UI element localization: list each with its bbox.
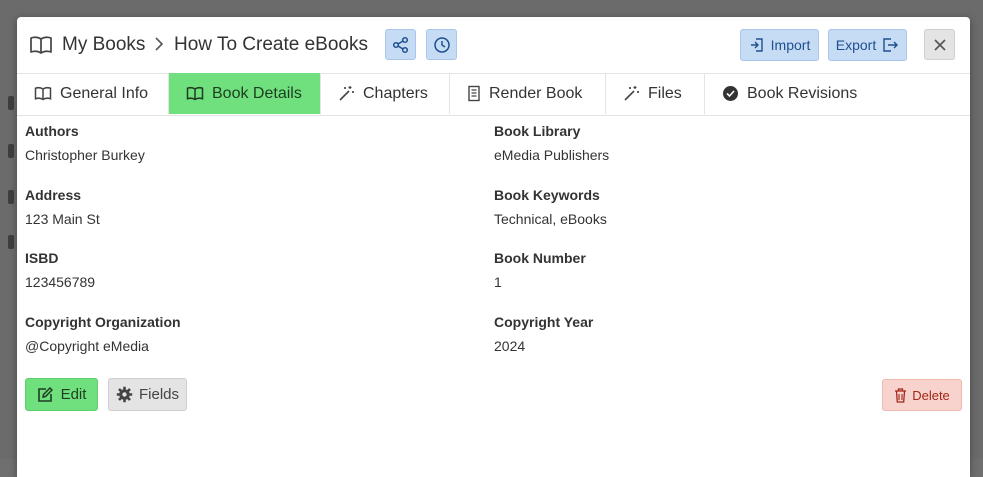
- share-icon: [392, 36, 410, 54]
- edit-button[interactable]: Edit: [25, 378, 98, 411]
- history-button[interactable]: [426, 29, 457, 60]
- address-value: 123 Main St: [25, 211, 100, 227]
- book-open-icon: [186, 86, 204, 101]
- fields-button[interactable]: Fields: [108, 378, 187, 411]
- tab-label: Book Details: [212, 84, 302, 102]
- isbd-label: ISBD: [25, 250, 59, 266]
- book-keywords-value: Technical, eBooks: [494, 211, 607, 227]
- magic-wand-icon: [623, 85, 640, 102]
- copyright-org-value: @Copyright eMedia: [25, 338, 149, 354]
- tab-label: Files: [648, 84, 682, 102]
- export-label: Export: [835, 37, 877, 53]
- tab-label: Chapters: [363, 84, 428, 102]
- book-number-value: 1: [494, 274, 502, 290]
- import-icon: [749, 37, 765, 53]
- import-label: Import: [770, 37, 811, 53]
- book-number-label: Book Number: [494, 250, 586, 266]
- breadcrumb-root[interactable]: My Books: [62, 34, 145, 56]
- close-button[interactable]: [924, 29, 955, 60]
- fields-label: Fields: [138, 386, 179, 403]
- tab-label: Book Revisions: [747, 84, 858, 102]
- tab-label: Render Book: [489, 84, 583, 102]
- copyright-year-label: Copyright Year: [494, 314, 594, 330]
- backdrop-item: [8, 190, 14, 204]
- trash-icon: [894, 387, 907, 403]
- document-icon: [467, 85, 481, 102]
- breadcrumb-current: How To Create eBooks: [174, 34, 368, 55]
- book-keywords-label: Book Keywords: [494, 187, 600, 203]
- tab-chapters[interactable]: Chapters: [321, 73, 450, 114]
- modal-header: My Books How To Create eBooks Import Exp…: [17, 17, 970, 74]
- backdrop-item: [8, 144, 14, 158]
- book-library-label: Book Library: [494, 123, 581, 139]
- delete-label: Delete: [912, 387, 950, 403]
- share-button[interactable]: [385, 29, 416, 60]
- chevron-right-icon: [153, 36, 165, 52]
- book-open-icon: [29, 35, 53, 55]
- tab-general-info[interactable]: General Info: [17, 73, 169, 114]
- copyright-org-label: Copyright Organization: [25, 314, 181, 330]
- gear-icon: [116, 386, 133, 403]
- copyright-year-value: 2024: [494, 338, 526, 354]
- edit-icon: [37, 386, 53, 403]
- tab-label: General Info: [60, 84, 149, 102]
- authors-label: Authors: [25, 123, 79, 139]
- close-icon: [933, 38, 947, 52]
- clock-icon: [433, 36, 451, 54]
- tab-render-book[interactable]: Render Book: [450, 73, 606, 114]
- book-modal: My Books How To Create eBooks Import Exp…: [17, 17, 970, 477]
- export-icon: [882, 37, 899, 53]
- tab-book-details[interactable]: Book Details: [169, 73, 321, 114]
- export-button[interactable]: Export: [828, 29, 907, 61]
- backdrop-item: [8, 235, 14, 249]
- check-badge-icon: [722, 85, 739, 102]
- backdrop-item: [8, 96, 14, 110]
- isbd-value: 123456789: [25, 274, 96, 290]
- edit-label: Edit: [60, 386, 87, 403]
- import-button[interactable]: Import: [740, 29, 819, 61]
- book-library-value: eMedia Publishers: [494, 147, 610, 163]
- address-label: Address: [25, 187, 82, 203]
- tab-book-revisions[interactable]: Book Revisions: [705, 73, 875, 114]
- delete-button[interactable]: Delete: [882, 379, 962, 411]
- magic-wand-icon: [338, 85, 355, 102]
- tab-bar: General Info Book Details Chapters Rende…: [17, 73, 970, 116]
- tab-files[interactable]: Files: [606, 73, 705, 114]
- authors-value: Christopher Burkey: [25, 147, 145, 163]
- book-open-icon: [34, 86, 52, 101]
